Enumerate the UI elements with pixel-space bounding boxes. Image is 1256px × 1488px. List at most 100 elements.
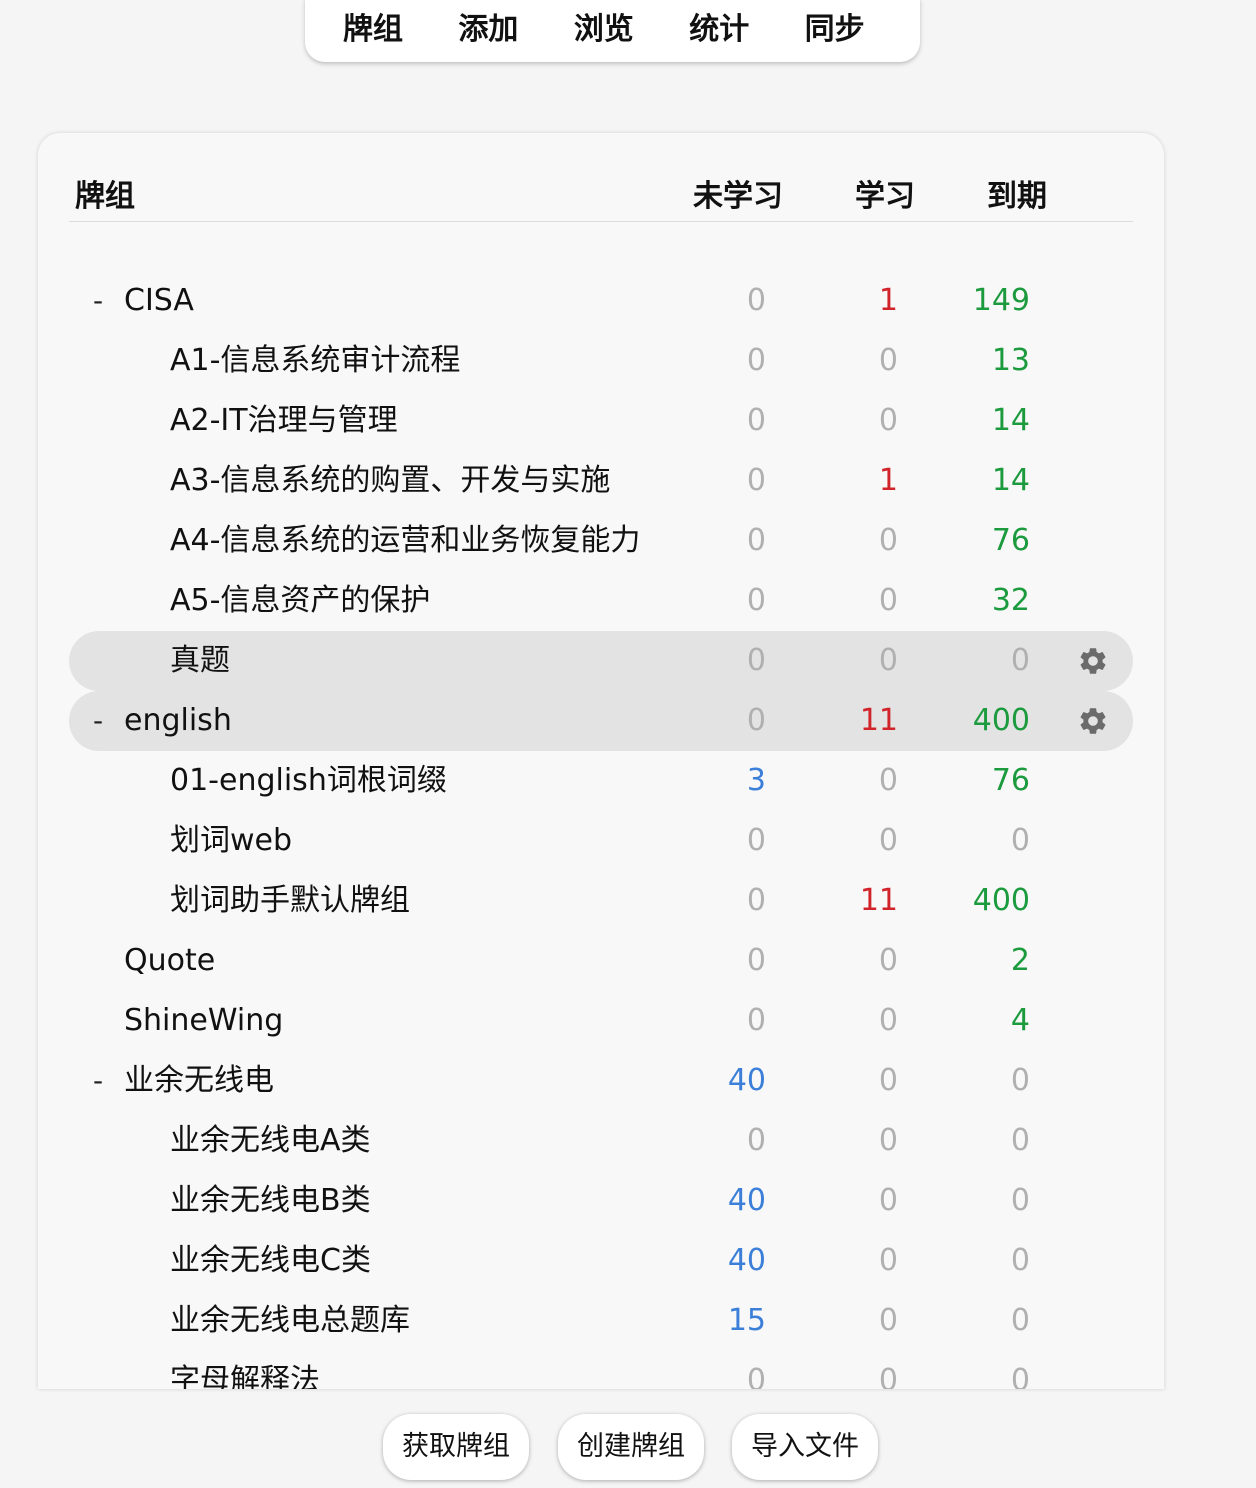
due-count: 0: [1010, 1303, 1030, 1338]
due-count: 76: [991, 523, 1030, 558]
deck-name[interactable]: CISA: [124, 271, 194, 331]
learn-count: 0: [878, 583, 898, 618]
deck-row[interactable]: A4-信息系统的运营和业务恢复能力 0 0 76: [69, 511, 1133, 571]
due-count: 0: [1010, 823, 1030, 858]
gear-icon[interactable]: [1077, 645, 1109, 677]
header-deck: 牌组: [75, 179, 135, 214]
new-count: 40: [727, 1243, 766, 1278]
nav-stats[interactable]: 统计: [689, 0, 804, 62]
deck-table-header: 牌组 未学习 学习 到期: [69, 133, 1133, 222]
deck-name[interactable]: A1-信息系统审计流程: [170, 331, 460, 391]
new-count: 40: [727, 1183, 766, 1218]
learn-count: 0: [878, 763, 898, 798]
learn-count: 1: [878, 463, 898, 498]
nav-add[interactable]: 添加: [458, 0, 573, 62]
deck-row[interactable]: A2-IT治理与管理 0 0 14: [69, 391, 1133, 451]
nav-sync[interactable]: 同步: [805, 0, 920, 62]
deck-row[interactable]: - CISA 0 1 149: [69, 271, 1133, 331]
deck-name[interactable]: A5-信息资产的保护: [170, 571, 430, 631]
deck-name[interactable]: 业余无线电: [124, 1051, 274, 1111]
new-count: 3: [746, 763, 766, 798]
deck-name[interactable]: english: [124, 691, 232, 751]
deck-name[interactable]: A2-IT治理与管理: [170, 391, 398, 451]
new-count: 0: [746, 583, 766, 618]
deck-row[interactable]: 划词web 0 0 0: [69, 811, 1133, 871]
due-count: 400: [972, 883, 1030, 918]
due-count: 0: [1010, 1183, 1030, 1218]
gear-icon[interactable]: [1077, 705, 1109, 737]
due-count: 76: [991, 763, 1030, 798]
learn-count: 11: [859, 883, 898, 918]
deck-row[interactable]: 真题 0 0 0: [69, 631, 1133, 691]
due-count: 0: [1010, 1123, 1030, 1158]
due-count: 0: [1010, 643, 1030, 678]
deck-row[interactable]: 业余无线电A类 0 0 0: [69, 1111, 1133, 1171]
create-deck-button[interactable]: 创建牌组: [558, 1414, 704, 1480]
deck-row[interactable]: A5-信息资产的保护 0 0 32: [69, 571, 1133, 631]
deck-row[interactable]: 划词助手默认牌组 0 11 400: [69, 871, 1133, 931]
due-count: 0: [1010, 1063, 1030, 1098]
deck-row[interactable]: 01-english词根词缀 3 0 76: [69, 751, 1133, 811]
deck-row[interactable]: 字母解释法 0 0 0: [69, 1351, 1133, 1389]
learn-count: 0: [878, 1003, 898, 1038]
learn-count: 0: [878, 943, 898, 978]
new-count: 0: [746, 283, 766, 318]
deck-row[interactable]: ShineWing 0 0 4: [69, 991, 1133, 1051]
header-new: 未学习: [693, 179, 783, 214]
learn-count: 11: [859, 703, 898, 738]
deck-row[interactable]: - english 0 11 400: [69, 691, 1133, 751]
deck-list-card: 牌组 未学习 学习 到期 - CISA 0 1 149 A1-信息系统审计流程 0 0 13 A2…: [38, 133, 1164, 1389]
deck-name[interactable]: A4-信息系统的运营和业务恢复能力: [170, 511, 640, 571]
due-count: 149: [972, 283, 1030, 318]
due-count: 400: [972, 703, 1030, 738]
deck-row[interactable]: 业余无线电B类 40 0 0: [69, 1171, 1133, 1231]
deck-row[interactable]: A3-信息系统的购置、开发与实施 0 1 14: [69, 451, 1133, 511]
deck-row[interactable]: 业余无线电C类 40 0 0: [69, 1231, 1133, 1291]
deck-name[interactable]: ShineWing: [124, 991, 283, 1051]
new-count: 0: [746, 703, 766, 738]
due-count: 14: [991, 463, 1030, 498]
top-nav-bar: 牌组 添加 浏览 统计 同步: [305, 0, 920, 62]
due-count: 0: [1010, 1363, 1030, 1389]
header-learn: 学习: [855, 179, 915, 214]
deck-name[interactable]: 01-english词根词缀: [170, 751, 447, 811]
nav-browse[interactable]: 浏览: [574, 0, 689, 62]
learn-count: 0: [878, 1303, 898, 1338]
deck-name[interactable]: 划词助手默认牌组: [170, 871, 410, 931]
due-count: 2: [1010, 943, 1030, 978]
deck-name[interactable]: 字母解释法: [170, 1351, 320, 1389]
learn-count: 0: [878, 1363, 898, 1389]
new-count: 0: [746, 943, 766, 978]
new-count: 0: [746, 343, 766, 378]
collapse-toggle[interactable]: -: [93, 691, 103, 751]
deck-row[interactable]: - 业余无线电 40 0 0: [69, 1051, 1133, 1111]
deck-row[interactable]: A1-信息系统审计流程 0 0 13: [69, 331, 1133, 391]
collapse-toggle[interactable]: -: [93, 1051, 103, 1111]
deck-name[interactable]: A3-信息系统的购置、开发与实施: [170, 451, 610, 511]
learn-count: 0: [878, 643, 898, 678]
deck-name[interactable]: 划词web: [170, 811, 292, 871]
new-count: 0: [746, 643, 766, 678]
deck-row[interactable]: 业余无线电总题库 15 0 0: [69, 1291, 1133, 1351]
deck-name[interactable]: 业余无线电B类: [170, 1171, 371, 1231]
collapse-toggle[interactable]: -: [93, 271, 103, 331]
learn-count: 0: [878, 1123, 898, 1158]
deck-name[interactable]: Quote: [124, 931, 215, 991]
due-count: 13: [991, 343, 1030, 378]
deck-name[interactable]: 真题: [170, 631, 230, 691]
new-count: 0: [746, 403, 766, 438]
new-count: 0: [746, 1123, 766, 1158]
due-count: 14: [991, 403, 1030, 438]
nav-decks[interactable]: 牌组: [343, 0, 458, 62]
import-file-button[interactable]: 导入文件: [732, 1414, 878, 1480]
learn-count: 1: [878, 283, 898, 318]
deck-name[interactable]: 业余无线电C类: [170, 1231, 371, 1291]
deck-name[interactable]: 业余无线电A类: [170, 1111, 371, 1171]
get-decks-button[interactable]: 获取牌组: [383, 1414, 529, 1480]
new-count: 0: [746, 823, 766, 858]
new-count: 0: [746, 523, 766, 558]
new-count: 0: [746, 1363, 766, 1389]
due-count: 32: [991, 583, 1030, 618]
deck-name[interactable]: 业余无线电总题库: [170, 1291, 410, 1351]
deck-row[interactable]: Quote 0 0 2: [69, 931, 1133, 991]
